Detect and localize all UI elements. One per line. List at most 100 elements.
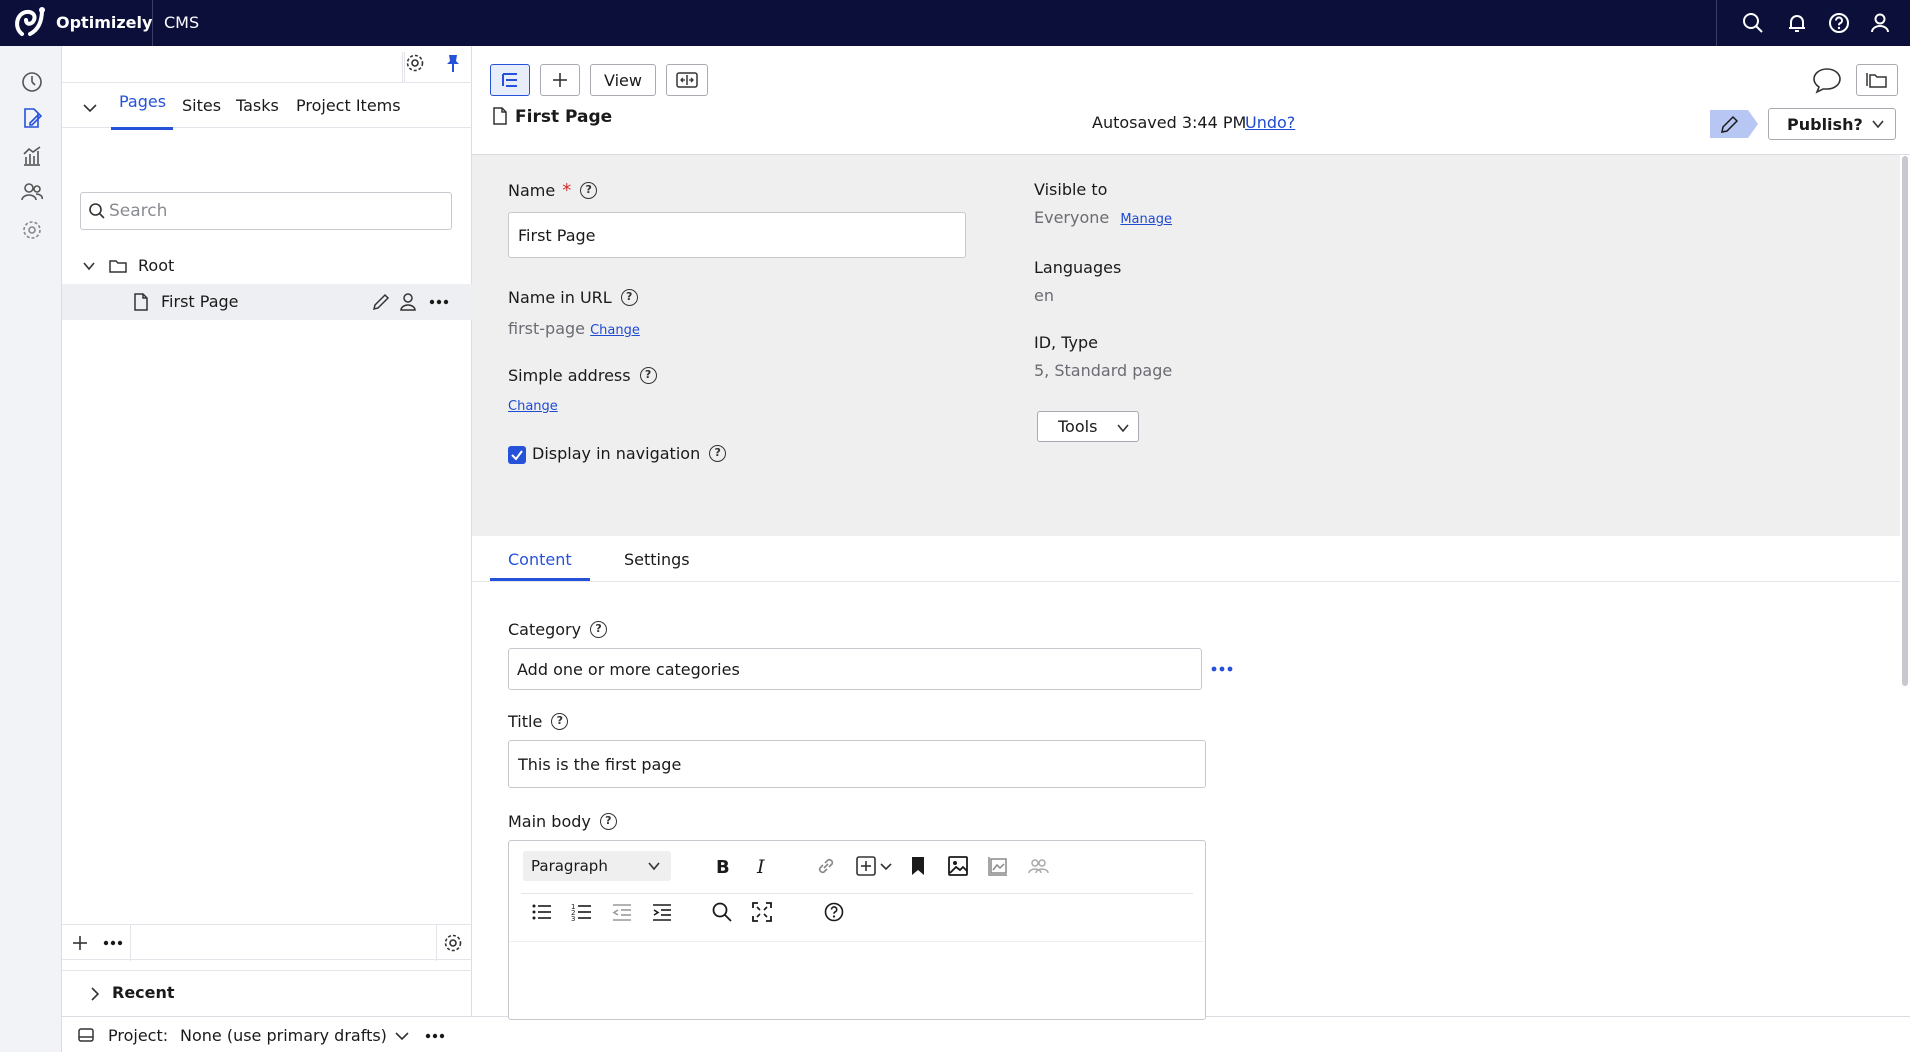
tools-dropdown[interactable]: Tools xyxy=(1037,411,1139,442)
collapse-chevron-icon[interactable] xyxy=(82,100,98,116)
name-in-url-label-text: Name in URL xyxy=(508,288,612,307)
tab-settings[interactable]: Settings xyxy=(624,550,690,569)
user-icon[interactable] xyxy=(1869,12,1891,34)
more-options-icon[interactable] xyxy=(1210,660,1234,678)
edit-icon[interactable] xyxy=(371,292,391,312)
help-icon[interactable]: ? xyxy=(580,182,598,199)
editor-toolbar-divider xyxy=(521,893,1193,894)
more-options-icon[interactable] xyxy=(428,292,450,312)
bold-icon[interactable]: B xyxy=(711,855,733,877)
tree-search-input[interactable] xyxy=(109,199,439,223)
chevron-down-icon[interactable] xyxy=(879,855,893,877)
tree-bottom-divider xyxy=(130,925,131,961)
assets-button[interactable] xyxy=(1856,64,1898,96)
display-in-nav-checkbox[interactable] xyxy=(508,446,526,464)
svg-text:B: B xyxy=(716,857,730,877)
expand-chevron-icon[interactable] xyxy=(82,259,96,273)
recent-section[interactable]: Recent xyxy=(62,970,472,1016)
italic-icon[interactable]: I xyxy=(751,855,773,877)
help-icon[interactable] xyxy=(823,901,845,923)
people-icon[interactable] xyxy=(20,180,44,204)
help-icon[interactable]: ? xyxy=(639,367,657,384)
media-icon[interactable] xyxy=(987,855,1009,877)
tree-node-first-page[interactable]: First Page xyxy=(62,284,472,320)
editor-body[interactable] xyxy=(509,942,1205,1020)
manage-link[interactable]: Manage xyxy=(1120,212,1172,227)
required-mark: * xyxy=(562,180,572,201)
tab-sites[interactable]: Sites xyxy=(182,96,221,115)
tree-bottom-settings-icon[interactable] xyxy=(442,932,464,954)
edit-icon[interactable] xyxy=(20,106,44,130)
fullscreen-icon[interactable] xyxy=(751,901,773,923)
tree-settings-icon[interactable] xyxy=(404,52,426,74)
tree-search-box[interactable] xyxy=(80,192,452,230)
analytics-icon[interactable] xyxy=(20,144,44,168)
add-button[interactable] xyxy=(540,64,580,96)
help-icon[interactable]: ? xyxy=(620,289,638,306)
dashboard-icon[interactable] xyxy=(20,70,44,94)
languages-label: Languages xyxy=(1034,258,1122,277)
title-input[interactable]: This is the first page xyxy=(508,740,1206,788)
expand-chevron-icon[interactable] xyxy=(88,986,102,1002)
category-input[interactable]: Add one or more categories xyxy=(508,648,1202,690)
page-icon xyxy=(132,292,150,312)
bell-icon[interactable] xyxy=(1786,12,1808,34)
tree-node-root[interactable]: Root xyxy=(62,248,472,284)
tree-toolbar-divider xyxy=(402,52,403,82)
tree-tabs: Pages Sites Tasks Project Items xyxy=(62,82,472,130)
name-label: Name * ? xyxy=(508,180,598,201)
category-label-text: Category xyxy=(508,620,582,639)
numbered-list-icon[interactable]: 123 xyxy=(571,901,593,923)
tab-project-items[interactable]: Project Items xyxy=(296,96,401,115)
id-type-label: ID, Type xyxy=(1034,333,1098,352)
user-access-icon[interactable] xyxy=(398,292,418,312)
more-options-icon[interactable] xyxy=(102,933,124,953)
bullet-list-icon[interactable] xyxy=(531,901,553,923)
optimizely-logo-icon[interactable] xyxy=(12,4,50,42)
chevron-down-icon xyxy=(648,862,660,871)
change-url-link[interactable]: Change xyxy=(590,323,640,338)
page-properties-panel: Name * ? First Page Name in URL ? first-… xyxy=(472,155,1900,536)
chevron-down-icon[interactable] xyxy=(394,1029,410,1043)
project-value[interactable]: None (use primary drafts) xyxy=(180,1026,387,1045)
find-icon[interactable] xyxy=(711,901,733,923)
settings-icon[interactable] xyxy=(20,218,44,242)
search-icon[interactable] xyxy=(1742,12,1764,34)
page-icon xyxy=(492,107,508,125)
help-icon[interactable] xyxy=(1828,12,1850,34)
tab-pages[interactable]: Pages xyxy=(119,92,166,111)
undo-link[interactable]: Undo? xyxy=(1245,113,1295,132)
main-scrollbar[interactable] xyxy=(1902,156,1908,686)
view-button[interactable]: View xyxy=(590,64,656,96)
name-input[interactable]: First Page xyxy=(508,212,966,258)
paragraph-format-select[interactable]: Paragraph xyxy=(523,851,671,881)
change-simple-address-link[interactable]: Change xyxy=(508,399,558,414)
help-icon[interactable]: ? xyxy=(590,621,608,638)
personalization-icon[interactable] xyxy=(1027,855,1049,877)
tree-node-first-page-label: First Page xyxy=(161,292,239,311)
edit-mode-indicator[interactable] xyxy=(1708,108,1760,140)
tree-view-button[interactable] xyxy=(490,64,530,96)
tab-tasks[interactable]: Tasks xyxy=(236,96,279,115)
outdent-icon[interactable] xyxy=(611,901,633,923)
add-icon[interactable] xyxy=(70,933,90,953)
category-label: Category ? xyxy=(508,620,608,639)
list-tree-icon xyxy=(502,73,517,87)
compare-button[interactable] xyxy=(666,64,708,96)
comment-icon[interactable] xyxy=(1812,66,1842,94)
bookmark-icon[interactable] xyxy=(907,855,929,877)
more-options-icon[interactable] xyxy=(424,1026,446,1046)
link-icon[interactable] xyxy=(815,855,837,877)
tab-content[interactable]: Content xyxy=(508,550,572,569)
help-icon[interactable]: ? xyxy=(709,445,727,462)
search-icon xyxy=(88,202,106,220)
insert-block-icon[interactable] xyxy=(855,855,877,877)
publish-button[interactable]: Publish? xyxy=(1768,108,1896,140)
pin-icon[interactable] xyxy=(442,52,464,74)
topbar-divider xyxy=(1716,0,1717,46)
svg-text:I: I xyxy=(756,856,765,877)
help-icon[interactable]: ? xyxy=(551,713,569,730)
indent-icon[interactable] xyxy=(651,901,673,923)
image-icon[interactable] xyxy=(947,855,969,877)
help-icon[interactable]: ? xyxy=(599,813,617,830)
